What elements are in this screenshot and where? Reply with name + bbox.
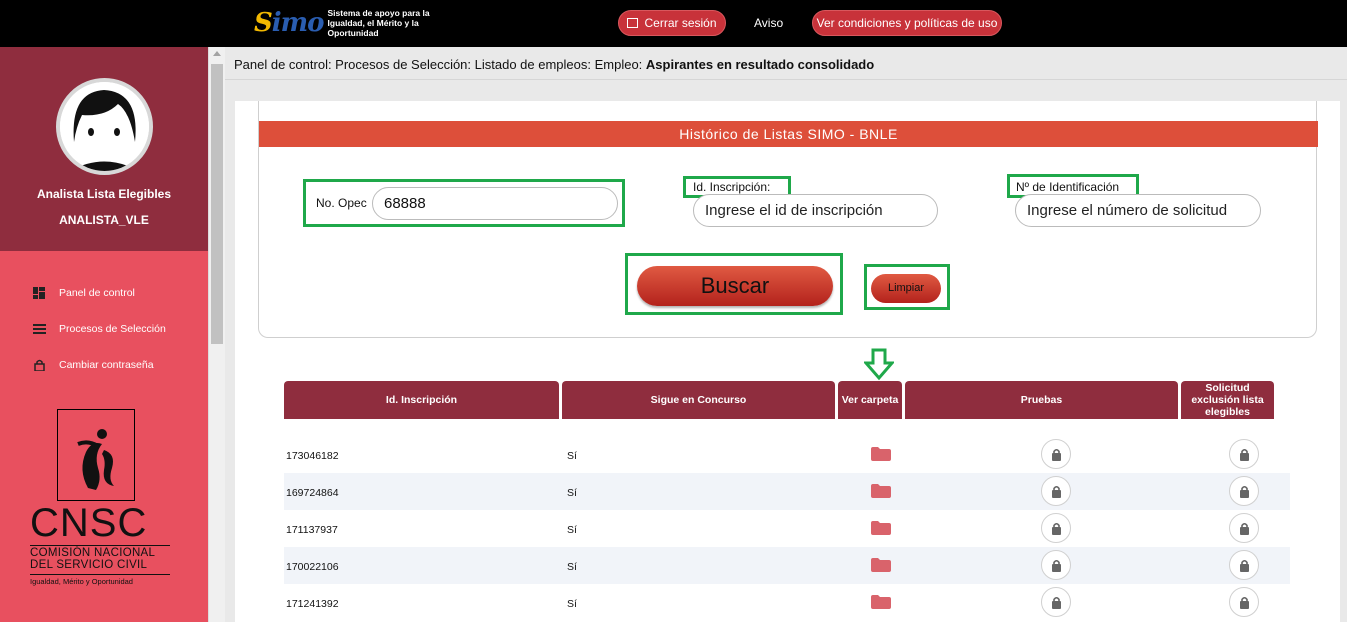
vertical-scrollbar[interactable] xyxy=(208,47,225,622)
pruebas-lock-button[interactable] xyxy=(1041,587,1071,617)
simo-logo-mark: Simo xyxy=(254,8,325,38)
cnsc-tagline: Igualdad, Mérito y Oportunidad xyxy=(30,574,170,586)
cnsc-emblem xyxy=(57,409,135,501)
exclusion-lock-button[interactable] xyxy=(1229,439,1259,469)
simo-logo[interactable]: Simo Sistema de apoyo para la Igualdad, … xyxy=(254,8,458,38)
opec-input[interactable]: 68888 xyxy=(372,187,618,220)
sidebar-item-cambiar-contrasena[interactable]: Cambiar contraseña xyxy=(0,347,166,383)
cnsc-acronym: CNSC xyxy=(30,501,148,545)
identificacion-input[interactable]: Ingrese el número de solicitud xyxy=(1015,194,1261,227)
main-panel: Histórico de Listas SIMO - BNLE No. Opec… xyxy=(235,101,1340,622)
lock-icon xyxy=(1051,485,1061,498)
scroll-up-icon[interactable] xyxy=(213,51,221,56)
logout-button[interactable]: Cerrar sesión xyxy=(618,10,726,36)
user-role: Analista Lista Elegibles xyxy=(36,187,172,201)
buscar-button[interactable]: Buscar xyxy=(637,266,833,306)
table-row: 170022106 Sí xyxy=(284,547,1290,584)
cell-sigue: Sí xyxy=(567,561,577,573)
table-row: 171137937 Sí xyxy=(284,510,1290,547)
cell-id-inscripcion: 171241392 xyxy=(286,598,339,610)
column-header-id: Id. Inscripción xyxy=(284,381,559,419)
breadcrumb: Panel de control: Procesos de Selección:… xyxy=(225,47,1347,80)
dashboard-icon xyxy=(33,287,45,299)
lock-icon xyxy=(1239,485,1249,498)
lock-icon xyxy=(1239,559,1249,572)
opec-label: No. Opec xyxy=(316,196,367,210)
folder-icon[interactable] xyxy=(871,447,891,461)
table-row: 171241392 Sí xyxy=(284,584,1290,621)
lock-icon xyxy=(1239,448,1249,461)
aviso-link[interactable]: Aviso xyxy=(754,16,783,30)
lock-icon xyxy=(1239,596,1249,609)
folder-icon[interactable] xyxy=(871,595,891,609)
arrow-down-icon xyxy=(864,348,894,381)
folder-icon[interactable] xyxy=(871,558,891,572)
lock-icon xyxy=(34,359,45,371)
conditions-button[interactable]: Ver condiciones y políticas de uso xyxy=(812,10,1002,36)
cell-id-inscripcion: 170022106 xyxy=(286,561,339,573)
folder-icon[interactable] xyxy=(871,521,891,535)
user-panel: Analista Lista Elegibles ANALISTA_VLE xyxy=(0,47,208,251)
cnsc-logo: CNSC COMISIÓN NACIONAL DEL SERVICIO CIVI… xyxy=(30,409,170,586)
avatar-icon xyxy=(60,82,149,171)
username: ANALISTA_VLE xyxy=(59,213,149,227)
table-row: 173046182 Sí xyxy=(284,436,1290,473)
lock-icon xyxy=(1051,448,1061,461)
table-row: 169724864 Sí xyxy=(284,473,1290,510)
exclusion-lock-button[interactable] xyxy=(1229,550,1259,580)
sidebar-item-procesos[interactable]: Procesos de Selección xyxy=(0,311,166,347)
identificacion-label: Nº de Identificación xyxy=(1016,180,1120,194)
limpiar-button[interactable]: Limpiar xyxy=(871,274,941,303)
column-header-pruebas: Pruebas xyxy=(905,381,1178,419)
lock-icon xyxy=(1051,522,1061,535)
cell-sigue: Sí xyxy=(567,487,577,499)
cnsc-name: COMISIÓN NACIONAL DEL SERVICIO CIVIL xyxy=(30,545,170,571)
cell-id-inscripcion: 169724864 xyxy=(286,487,339,499)
cell-sigue: Sí xyxy=(567,450,577,462)
scroll-thumb[interactable] xyxy=(211,64,223,344)
side-menu: Panel de control Procesos de Selección C… xyxy=(0,275,166,383)
breadcrumb-path[interactable]: Panel de control: Procesos de Selección:… xyxy=(234,57,646,72)
cell-sigue: Sí xyxy=(567,524,577,536)
sidebar-item-panel-de-control[interactable]: Panel de control xyxy=(0,275,166,311)
column-header-solicitud-exclusion: Solicitud exclusión lista elegibles xyxy=(1181,381,1274,419)
cell-id-inscripcion: 173046182 xyxy=(286,450,339,462)
pruebas-lock-button[interactable] xyxy=(1041,476,1071,506)
column-header-sigue: Sigue en Concurso xyxy=(562,381,835,419)
lock-icon xyxy=(1239,522,1249,535)
simo-logo-text: Sistema de apoyo para la Igualdad, el Mé… xyxy=(327,8,430,38)
lock-icon xyxy=(1051,596,1061,609)
search-card-title: Histórico de Listas SIMO - BNLE xyxy=(259,121,1318,147)
column-header-ver-carpeta: Ver carpeta xyxy=(838,381,902,419)
top-bar: Simo Sistema de apoyo para la Igualdad, … xyxy=(0,0,1347,47)
pruebas-lock-button[interactable] xyxy=(1041,550,1071,580)
folder-icon[interactable] xyxy=(871,484,891,498)
cell-id-inscripcion: 171137937 xyxy=(286,524,338,536)
lock-icon xyxy=(1051,559,1061,572)
exclusion-lock-button[interactable] xyxy=(1229,513,1259,543)
exclusion-lock-button[interactable] xyxy=(1229,587,1259,617)
sidebar: Analista Lista Elegibles ANALISTA_VLE Pa… xyxy=(0,47,208,622)
breadcrumb-current: Aspirantes en resultado consolidado xyxy=(645,57,875,72)
avatar xyxy=(56,78,153,175)
list-icon xyxy=(33,324,46,334)
logout-icon xyxy=(627,18,639,28)
pruebas-lock-button[interactable] xyxy=(1041,513,1071,543)
inscripcion-input[interactable]: Ingrese el id de inscripción xyxy=(693,194,938,227)
inscripcion-label: Id. Inscripción: xyxy=(693,180,771,194)
exclusion-lock-button[interactable] xyxy=(1229,476,1259,506)
pruebas-lock-button[interactable] xyxy=(1041,439,1071,469)
cell-sigue: Sí xyxy=(567,598,577,610)
